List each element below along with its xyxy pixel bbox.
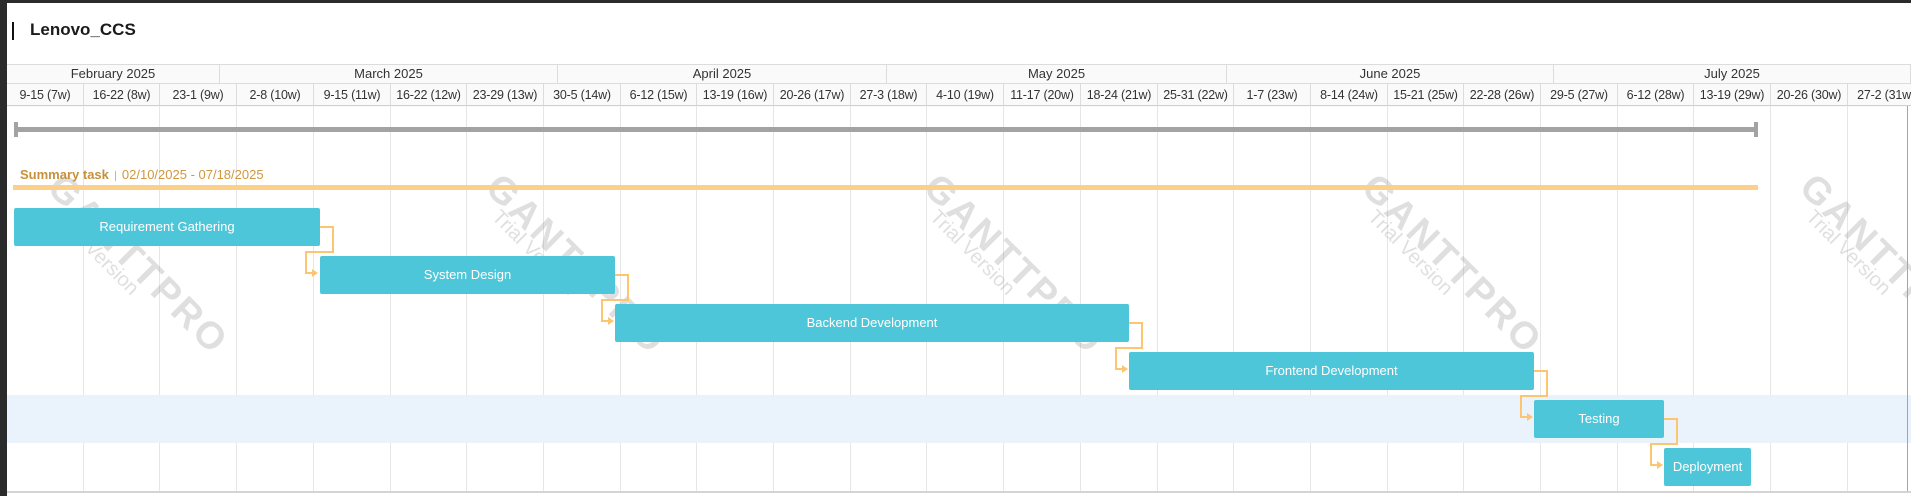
task-bar-frontend-development[interactable]: Frontend Development: [1129, 352, 1534, 390]
week-cell: 23-29 (13w): [467, 84, 544, 106]
task-bar-system-design[interactable]: System Design: [320, 256, 615, 294]
month-cell: March 2025: [220, 64, 558, 84]
dependency-arrowhead: [1122, 365, 1128, 373]
window-top-border: [0, 0, 1911, 3]
week-cell: 20-26 (17w): [774, 84, 851, 106]
week-cell: 22-28 (26w): [1464, 84, 1541, 106]
summary-separator: [114, 170, 116, 181]
project-bar-end-cap: [1754, 122, 1758, 137]
watermark-sub: Trial Version: [1363, 206, 1458, 300]
week-cell: 18-24 (21w): [1081, 84, 1158, 106]
task-bar-testing[interactable]: Testing: [1534, 400, 1664, 438]
month-cell: July 2025: [1554, 64, 1911, 84]
gantt-chart-area[interactable]: GANTTPRO Trial Version GANTTPRO Trial Ve…: [7, 106, 1911, 492]
week-cell: 9-15 (11w): [314, 84, 391, 106]
week-cell: 20-26 (30w): [1771, 84, 1848, 106]
task-bar-backend-development[interactable]: Backend Development: [615, 304, 1129, 342]
project-bar-start-cap: [14, 122, 18, 137]
week-cell: 25-31 (22w): [1158, 84, 1234, 106]
dependency-arrowhead: [1657, 461, 1663, 469]
project-title: Lenovo_CCS: [30, 20, 136, 39]
week-cell: 16-22 (8w): [84, 84, 160, 106]
week-cell: 9-15 (7w): [7, 84, 84, 106]
watermark-brand: GANTTPRO: [39, 166, 237, 364]
week-cell: 15-21 (25w): [1388, 84, 1464, 106]
week-cell: 4-10 (19w): [927, 84, 1004, 106]
week-cell: 8-14 (24w): [1311, 84, 1388, 106]
summary-task-bar[interactable]: [13, 185, 1758, 190]
task-bar-requirement-gathering[interactable]: Requirement Gathering: [14, 208, 320, 246]
month-cell: June 2025: [1227, 64, 1554, 84]
title-marker: [12, 22, 14, 40]
watermark-sub: Trial Version: [925, 206, 1020, 300]
window-left-border: [0, 0, 7, 496]
watermark-brand: GANTTPRO: [1791, 166, 1911, 364]
week-cell: 2-8 (10w): [237, 84, 314, 106]
today-marker: [1907, 106, 1908, 492]
month-cell: February 2025: [7, 64, 220, 84]
week-cell: 29-5 (27w): [1541, 84, 1618, 106]
month-cell: May 2025: [887, 64, 1227, 84]
summary-task-dates: 02/10/2025 - 07/18/2025: [121, 167, 264, 182]
week-cell: 6-12 (28w): [1618, 84, 1694, 106]
week-cell: 11-17 (20w): [1004, 84, 1081, 106]
week-cell: 6-12 (15w): [621, 84, 697, 106]
watermark-brand: GANTTPRO: [1353, 166, 1551, 364]
week-cell: 13-19 (16w): [697, 84, 774, 106]
month-cell: April 2025: [558, 64, 887, 84]
chart-bottom-border: [7, 491, 1911, 493]
week-cell: 27-2 (31w): [1848, 84, 1911, 106]
week-cell: 27-3 (18w): [851, 84, 927, 106]
summary-task-label[interactable]: Summary task 02/10/2025 - 07/18/2025: [20, 167, 264, 182]
week-cell: 30-5 (14w): [544, 84, 621, 106]
dependency-arrowhead: [608, 317, 614, 325]
week-cell: 13-19 (29w): [1694, 84, 1771, 106]
week-cell: 1-7 (23w): [1234, 84, 1311, 106]
week-cell: 16-22 (12w): [391, 84, 467, 106]
task-bar-deployment[interactable]: Deployment: [1664, 448, 1751, 486]
summary-task-name: Summary task: [20, 167, 109, 182]
week-cell: 23-1 (9w): [160, 84, 237, 106]
project-duration-bar[interactable]: [15, 127, 1757, 132]
